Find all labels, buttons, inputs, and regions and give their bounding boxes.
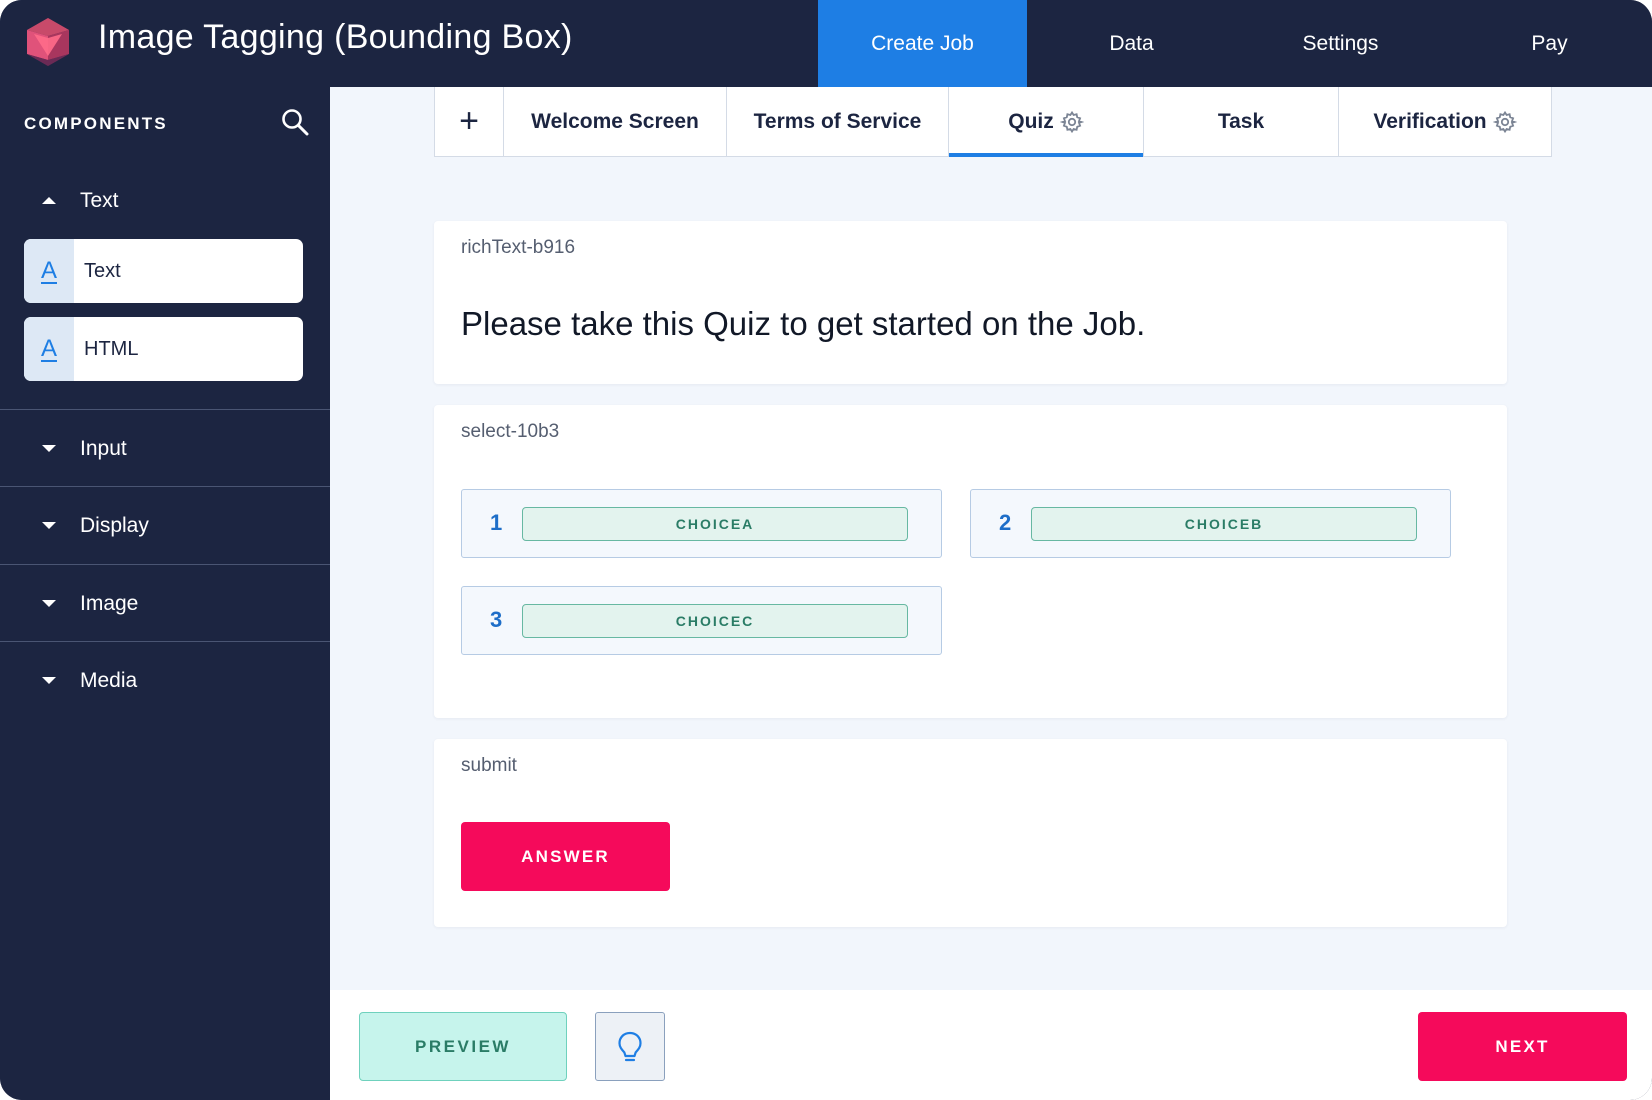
section-input[interactable]: Input (0, 410, 330, 487)
submit-card[interactable]: submit ANSWER (434, 739, 1507, 927)
chevron-down-icon (42, 600, 56, 607)
top-bar: Image Tagging (Bounding Box) Create Job … (0, 0, 1652, 87)
text-format-icon: A (24, 317, 74, 381)
preview-button[interactable]: PREVIEW (359, 1012, 567, 1081)
nav-settings[interactable]: Settings (1236, 0, 1445, 87)
app-window: Image Tagging (Bounding Box) Create Job … (0, 0, 1652, 1100)
section-input-label: Input (80, 436, 127, 460)
choice-label: CHOICEC (522, 604, 908, 638)
tab-terms-of-service[interactable]: Terms of Service (727, 87, 949, 156)
choice-label: CHOICEA (522, 507, 908, 541)
choice-option[interactable]: 1 CHOICEA (461, 489, 942, 558)
search-icon[interactable] (280, 107, 310, 137)
chevron-down-icon (42, 522, 56, 529)
component-id: richText-b916 (461, 237, 576, 258)
plus-icon: + (459, 102, 479, 140)
choice-label: CHOICEB (1031, 507, 1417, 541)
chevron-down-icon (42, 677, 56, 684)
tab-quiz[interactable]: Quiz (949, 87, 1144, 157)
tab-verification-label: Verification (1373, 109, 1487, 133)
tab-welcome-screen[interactable]: Welcome Screen (504, 87, 727, 156)
section-display[interactable]: Display (0, 487, 330, 564)
components-sidebar: COMPONENTS Text A Text A HTML Input Disp… (0, 87, 330, 1100)
section-media[interactable]: Media (0, 642, 330, 719)
section-display-label: Display (80, 513, 149, 537)
section-media-label: Media (80, 668, 138, 692)
choice-option[interactable]: 3 CHOICEC (461, 586, 942, 655)
hint-button[interactable] (595, 1012, 665, 1081)
choice-number: 3 (490, 607, 503, 632)
app-title: Image Tagging (Bounding Box) (98, 18, 573, 56)
add-page-button[interactable]: + (435, 87, 504, 156)
next-button[interactable]: NEXT (1418, 1012, 1627, 1081)
editor-canvas: + Welcome Screen Terms of Service Quiz T… (330, 87, 1652, 990)
chevron-down-icon (42, 445, 56, 452)
tab-task[interactable]: Task (1144, 87, 1339, 156)
chevron-up-icon (42, 197, 56, 204)
text-format-icon: A (24, 239, 74, 303)
component-html[interactable]: A HTML (24, 317, 303, 381)
component-text-label: Text (84, 259, 121, 282)
section-image-label: Image (80, 591, 139, 615)
icosahedron-logo-icon (27, 18, 69, 66)
rich-text-content: Please take this Quiz to get started on … (461, 305, 1146, 342)
section-image[interactable]: Image (0, 565, 330, 642)
gear-icon[interactable] (1492, 110, 1517, 134)
tab-welcome-screen-label: Welcome Screen (531, 109, 699, 133)
choice-number: 2 (999, 510, 1012, 535)
tab-terms-of-service-label: Terms of Service (753, 109, 922, 133)
page-tabs: + Welcome Screen Terms of Service Quiz T… (434, 87, 1552, 157)
component-html-label: HTML (84, 337, 139, 360)
nav-pay[interactable]: Pay (1445, 0, 1652, 87)
section-text-label: Text (80, 188, 119, 212)
answer-button[interactable]: ANSWER (461, 822, 670, 891)
nav-create-job[interactable]: Create Job (818, 0, 1027, 87)
gear-icon[interactable] (1059, 110, 1084, 134)
lightbulb-icon (618, 1031, 642, 1061)
select-card[interactable]: select-10b3 1 CHOICEA 2 CHOICEB 3 CHOICE… (434, 405, 1507, 718)
tab-quiz-label: Quiz (1008, 109, 1054, 133)
component-id: select-10b3 (461, 421, 560, 442)
rich-text-card[interactable]: richText-b916 Please take this Quiz to g… (434, 221, 1507, 384)
component-id: submit (461, 755, 517, 776)
nav-data[interactable]: Data (1027, 0, 1236, 87)
tab-verification[interactable]: Verification (1339, 87, 1551, 156)
choice-number: 1 (490, 510, 503, 535)
tab-task-label: Task (1217, 109, 1265, 133)
component-text[interactable]: A Text (24, 239, 303, 303)
choice-option[interactable]: 2 CHOICEB (970, 489, 1451, 558)
section-text[interactable]: Text (0, 162, 330, 239)
bottom-action-bar: PREVIEW NEXT (330, 990, 1652, 1100)
components-heading: COMPONENTS (24, 114, 168, 133)
